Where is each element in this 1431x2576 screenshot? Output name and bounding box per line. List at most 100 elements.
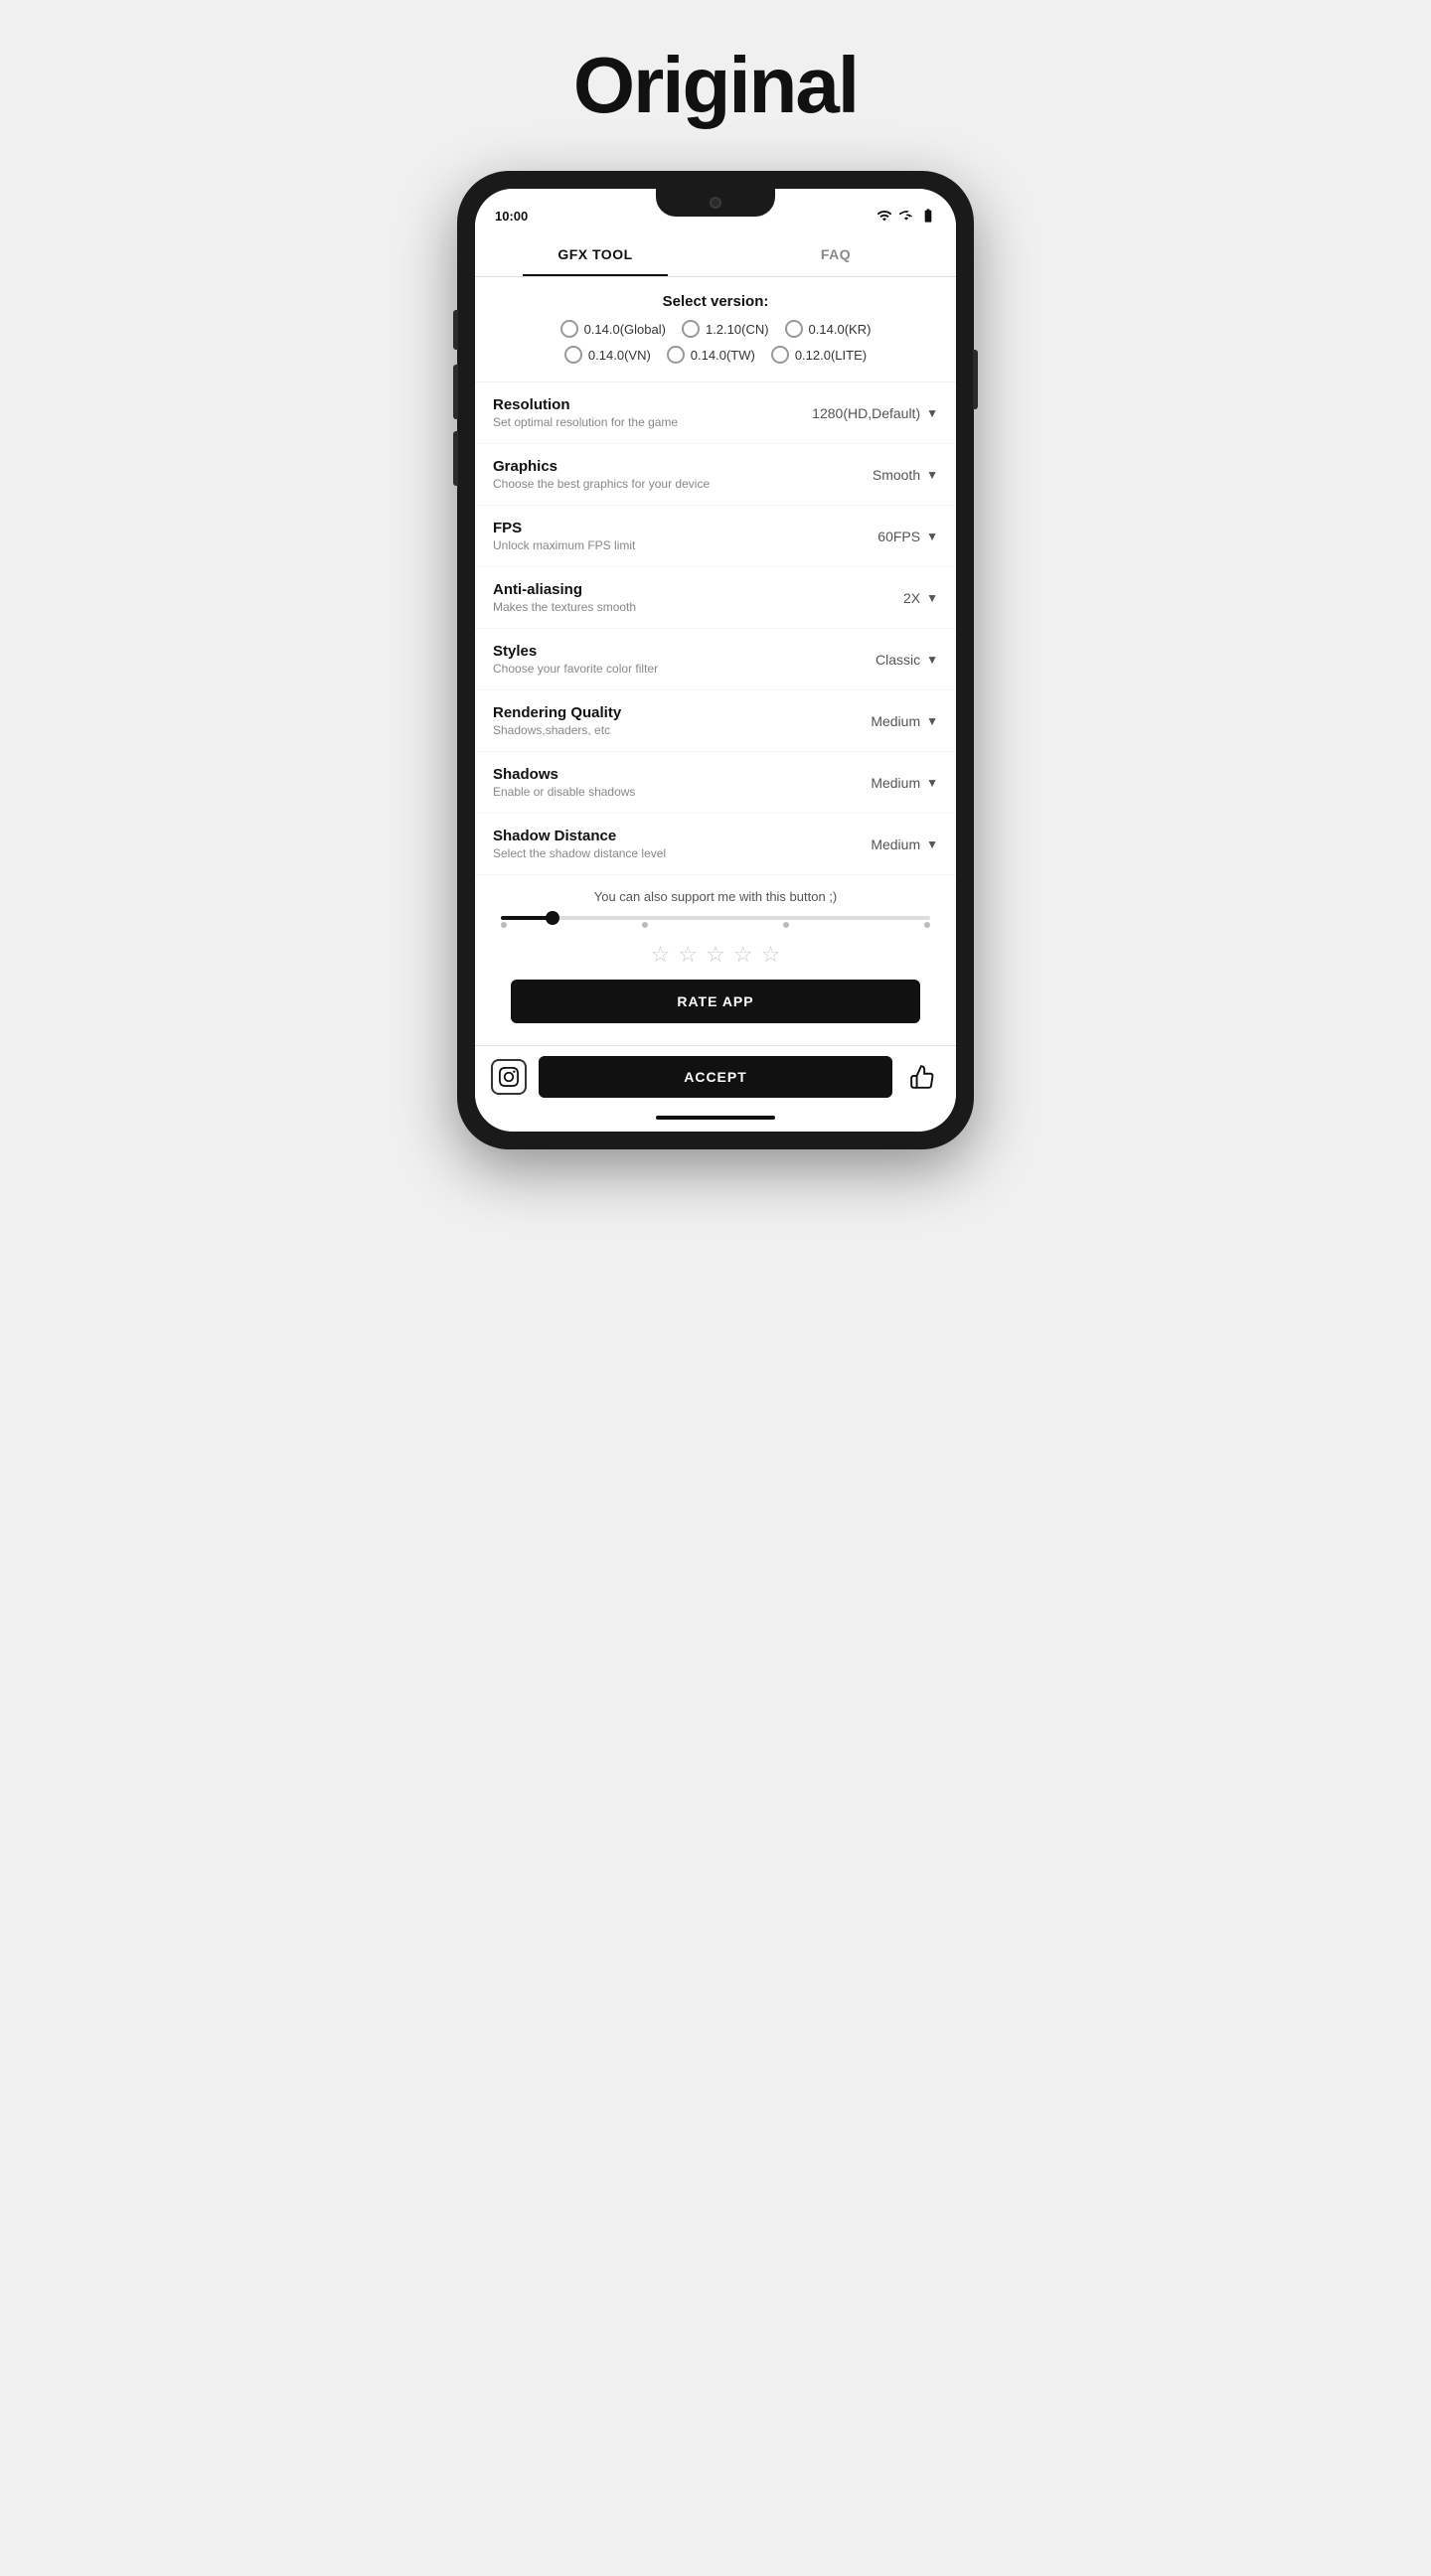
version-global[interactable]: 0.14.0(Global) xyxy=(560,320,666,338)
setting-rendering-quality: Rendering Quality Shadows,shaders, etc M… xyxy=(475,690,956,752)
setting-antialiasing-left: Anti-aliasing Makes the textures smooth xyxy=(493,581,903,614)
setting-shadow-distance-value: Medium xyxy=(871,836,920,852)
setting-fps-dropdown[interactable]: 60FPS ▼ xyxy=(877,529,938,544)
setting-graphics-desc: Choose the best graphics for your device xyxy=(493,477,873,491)
styles-chevron-icon: ▼ xyxy=(926,653,938,667)
version-cn[interactable]: 1.2.10(CN) xyxy=(682,320,769,338)
wifi-icon xyxy=(876,208,892,224)
setting-fps: FPS Unlock maximum FPS limit 60FPS ▼ xyxy=(475,506,956,567)
support-text: You can also support me with this button… xyxy=(493,889,938,904)
phone-frame: 10:00 GFX TOOL FAQ xyxy=(457,171,974,1149)
setting-antialiasing-desc: Makes the textures smooth xyxy=(493,600,903,614)
setting-antialiasing-label: Anti-aliasing xyxy=(493,581,903,598)
power-button xyxy=(973,350,978,409)
version-lite[interactable]: 0.12.0(LITE) xyxy=(771,346,867,364)
tab-faq[interactable]: FAQ xyxy=(716,232,956,276)
mute-button xyxy=(453,310,458,350)
tab-gfx-tool[interactable]: GFX TOOL xyxy=(475,232,716,276)
setting-resolution-left: Resolution Set optimal resolution for th… xyxy=(493,396,812,429)
slider-thumb xyxy=(546,911,559,925)
accept-button[interactable]: ACCEPT xyxy=(539,1056,892,1098)
graphics-chevron-icon: ▼ xyxy=(926,468,938,482)
version-kr[interactable]: 0.14.0(KR) xyxy=(785,320,872,338)
radio-cn xyxy=(682,320,700,338)
version-cn-label: 1.2.10(CN) xyxy=(706,322,769,337)
page-title: Original xyxy=(573,40,858,131)
version-row-2: 0.14.0(VN) 0.14.0(TW) 0.12.0(LITE) xyxy=(485,346,946,364)
setting-rendering-quality-label: Rendering Quality xyxy=(493,704,871,721)
antialiasing-chevron-icon: ▼ xyxy=(926,591,938,605)
stars-row: ☆ ☆ ☆ ☆ ☆ xyxy=(493,942,938,968)
setting-styles-label: Styles xyxy=(493,643,875,660)
radio-tw xyxy=(667,346,685,364)
setting-graphics-dropdown[interactable]: Smooth ▼ xyxy=(873,467,938,483)
star-4[interactable]: ☆ xyxy=(733,942,753,968)
setting-rendering-quality-value: Medium xyxy=(871,713,920,729)
setting-fps-left: FPS Unlock maximum FPS limit xyxy=(493,520,877,552)
version-vn[interactable]: 0.14.0(VN) xyxy=(564,346,651,364)
instagram-button[interactable] xyxy=(491,1059,527,1095)
setting-shadow-distance-label: Shadow Distance xyxy=(493,828,871,844)
setting-graphics: Graphics Choose the best graphics for yo… xyxy=(475,444,956,506)
slider-container[interactable] xyxy=(493,916,938,928)
select-version-section: Select version: 0.14.0(Global) 1.2.10(CN… xyxy=(475,277,956,382)
setting-shadows-left: Shadows Enable or disable shadows xyxy=(493,766,871,799)
slider-dot-3 xyxy=(783,922,789,928)
setting-rendering-quality-dropdown[interactable]: Medium ▼ xyxy=(871,713,938,729)
version-tw[interactable]: 0.14.0(TW) xyxy=(667,346,755,364)
battery-icon xyxy=(920,208,936,224)
slider-dot-1 xyxy=(501,922,507,928)
status-time: 10:00 xyxy=(495,209,528,224)
signal-icon xyxy=(898,208,914,224)
radio-global xyxy=(560,320,578,338)
volume-down-button xyxy=(453,431,458,486)
status-bar: 10:00 xyxy=(475,189,956,232)
setting-shadow-distance-desc: Select the shadow distance level xyxy=(493,846,871,860)
radio-lite xyxy=(771,346,789,364)
setting-rendering-quality-left: Rendering Quality Shadows,shaders, etc xyxy=(493,704,871,737)
star-3[interactable]: ☆ xyxy=(706,942,725,968)
setting-antialiasing-dropdown[interactable]: 2X ▼ xyxy=(903,590,938,606)
shadows-chevron-icon: ▼ xyxy=(926,776,938,790)
setting-styles-desc: Choose your favorite color filter xyxy=(493,662,875,676)
thumbsup-button[interactable] xyxy=(904,1059,940,1095)
resolution-chevron-icon: ▼ xyxy=(926,406,938,420)
instagram-icon xyxy=(499,1067,519,1087)
setting-resolution-dropdown[interactable]: 1280(HD,Default) ▼ xyxy=(812,405,938,421)
slider-track xyxy=(501,916,930,920)
slider-dot-2 xyxy=(642,922,648,928)
bottom-bar: ACCEPT xyxy=(475,1045,956,1108)
rate-app-button[interactable]: RATE APP xyxy=(511,980,920,1023)
star-5[interactable]: ☆ xyxy=(761,942,781,968)
setting-shadows: Shadows Enable or disable shadows Medium… xyxy=(475,752,956,814)
setting-antialiasing-value: 2X xyxy=(903,590,920,606)
setting-resolution-desc: Set optimal resolution for the game xyxy=(493,415,812,429)
setting-antialiasing: Anti-aliasing Makes the textures smooth … xyxy=(475,567,956,629)
star-2[interactable]: ☆ xyxy=(678,942,698,968)
star-1[interactable]: ☆ xyxy=(651,942,671,968)
thumbsup-icon xyxy=(909,1064,935,1090)
version-tw-label: 0.14.0(TW) xyxy=(691,348,755,363)
volume-up-button xyxy=(453,365,458,419)
setting-shadows-dropdown[interactable]: Medium ▼ xyxy=(871,775,938,791)
home-indicator xyxy=(475,1108,956,1132)
setting-styles-left: Styles Choose your favorite color filter xyxy=(493,643,875,676)
rendering-quality-chevron-icon: ▼ xyxy=(926,714,938,728)
version-global-label: 0.14.0(Global) xyxy=(584,322,666,337)
setting-styles: Styles Choose your favorite color filter… xyxy=(475,629,956,690)
setting-shadow-distance-dropdown[interactable]: Medium ▼ xyxy=(871,836,938,852)
setting-rendering-quality-desc: Shadows,shaders, etc xyxy=(493,723,871,737)
setting-styles-value: Classic xyxy=(875,652,920,668)
slider-dots xyxy=(501,922,930,928)
settings-content: Resolution Set optimal resolution for th… xyxy=(475,382,956,1045)
setting-fps-value: 60FPS xyxy=(877,529,920,544)
select-version-title: Select version: xyxy=(485,293,946,310)
setting-fps-desc: Unlock maximum FPS limit xyxy=(493,538,877,552)
setting-graphics-label: Graphics xyxy=(493,458,873,475)
fps-chevron-icon: ▼ xyxy=(926,530,938,543)
setting-resolution-label: Resolution xyxy=(493,396,812,413)
tabs: GFX TOOL FAQ xyxy=(475,232,956,277)
version-row-1: 0.14.0(Global) 1.2.10(CN) 0.14.0(KR) xyxy=(485,320,946,338)
home-bar xyxy=(656,1116,775,1120)
setting-styles-dropdown[interactable]: Classic ▼ xyxy=(875,652,938,668)
